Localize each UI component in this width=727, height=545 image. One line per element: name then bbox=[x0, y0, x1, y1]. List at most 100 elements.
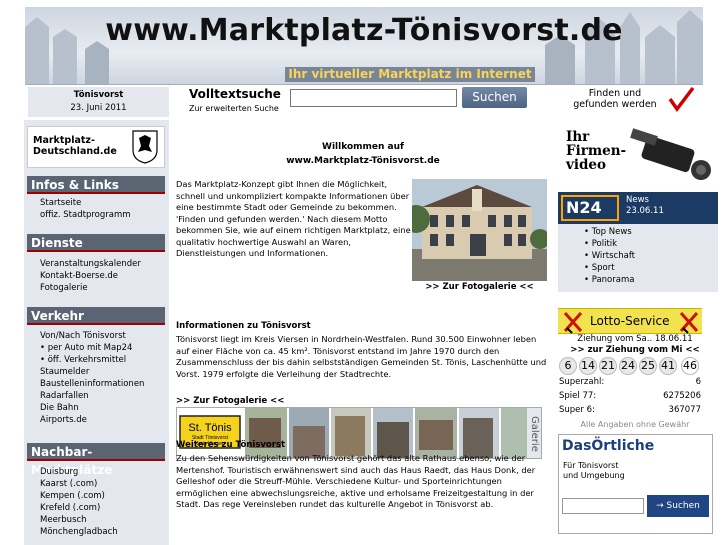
menu-item-kaarst[interactable]: Kaarst (.com) bbox=[40, 478, 118, 490]
welcome-line-2: www.Marktplatz-Tönisvorst.de bbox=[286, 156, 440, 166]
photo-gallery-link[interactable]: >> Zur Fotogalerie << bbox=[412, 282, 547, 292]
menu-item-kempen[interactable]: Kempen (.com) bbox=[40, 490, 118, 502]
lotto-ball: 21 bbox=[599, 357, 617, 375]
menu-item-bahn[interactable]: Die Bahn bbox=[40, 402, 144, 414]
lotto-zusatzzahl: 46 bbox=[681, 357, 699, 375]
menu-verkehr: Von/Nach Tönisvorst • per Auto mit Map24… bbox=[40, 330, 144, 426]
intro-text: Das Marktplatz-Konzept gibt Ihnen die Mö… bbox=[176, 179, 411, 258]
gallery-label: Galerie bbox=[527, 408, 541, 458]
super6-value: 367077 bbox=[668, 405, 701, 415]
city-name: Tönisvorst bbox=[73, 90, 124, 100]
spiel77-label: Spiel 77: bbox=[559, 391, 597, 401]
menu-nachbar: Duisburg Kaarst (.com) Kempen (.com) Kre… bbox=[40, 466, 118, 538]
super6-label: Super 6: bbox=[559, 405, 595, 415]
n24-label: News 23.06.11 bbox=[626, 195, 664, 217]
checkmark-icon bbox=[668, 86, 695, 112]
weiteres-text: Zu den Sehenswürdigkeiten von Tönisvorst… bbox=[176, 453, 536, 509]
right-sidebar: Ihr Firmen- video N24 News 23.06.11 • To… bbox=[555, 120, 727, 545]
menu-item-staumelder[interactable]: Staumelder bbox=[40, 366, 144, 378]
slogan-found: Finden und gefunden werden bbox=[573, 88, 657, 110]
n24-logo: N24 bbox=[561, 195, 619, 221]
header: www.Marktplatz-Tönisvorst.de Ihr virtuel… bbox=[0, 0, 727, 85]
superzahl-label: Superzahl: bbox=[559, 377, 605, 387]
fv-line-3: video bbox=[566, 157, 607, 173]
lotto-ball: 14 bbox=[579, 357, 597, 375]
dasoertliche-search-input[interactable] bbox=[562, 498, 644, 514]
eagle-crest-icon bbox=[132, 130, 158, 164]
advanced-search-link[interactable]: Zur erweiterten Suche bbox=[189, 104, 279, 113]
news-item-politik[interactable]: • Politik bbox=[584, 238, 718, 250]
menu-item-fotogalerie[interactable]: Fotogalerie bbox=[40, 282, 141, 294]
news-item-wirtschaft[interactable]: • Wirtschaft bbox=[584, 250, 718, 262]
menu-item-von-nach[interactable]: Von/Nach Tönisvorst bbox=[40, 330, 144, 342]
menu-item-kontakt-boerse[interactable]: Kontakt-Boerse.de bbox=[40, 270, 141, 282]
menu-item-moenchengladbach[interactable]: Mönchengladbach bbox=[40, 526, 118, 538]
menu-item-meerbusch[interactable]: Meerbusch bbox=[40, 514, 118, 526]
welcome-line-1: Willkommen auf bbox=[322, 142, 404, 152]
video-camera-icon bbox=[630, 128, 711, 180]
lotto-ball: 41 bbox=[659, 357, 677, 375]
search-input[interactable] bbox=[290, 89, 457, 107]
menu-item-radarfallen[interactable]: Radarfallen bbox=[40, 390, 144, 402]
news-item-sport[interactable]: • Sport bbox=[584, 262, 718, 274]
news-item-top[interactable]: • Top News bbox=[584, 226, 718, 238]
site-slogan: Ihr virtueller Marktplatz im Internet bbox=[285, 67, 535, 82]
fv-line-1: Ihr bbox=[566, 129, 590, 145]
search-button[interactable]: Suchen bbox=[462, 87, 527, 108]
spiel77-value: 6275206 bbox=[663, 391, 701, 401]
lotto-ball: 25 bbox=[639, 357, 657, 375]
menu-item-airports[interactable]: Airports.de bbox=[40, 414, 144, 426]
info-heading: Informationen zu Tönisvorst bbox=[176, 321, 311, 331]
dasoertliche-logo[interactable]: DasÖrtliche bbox=[562, 438, 654, 454]
menu-infos: Startseite offiz. Stadtprogramm bbox=[40, 197, 131, 221]
menu-item-duisburg[interactable]: Duisburg bbox=[40, 466, 118, 478]
news-item-panorama[interactable]: • Panorama bbox=[584, 274, 718, 286]
site-title[interactable]: www.Marktplatz-Tönisvorst.de bbox=[25, 13, 703, 48]
menu-item-stadtprogramm[interactable]: offiz. Stadtprogramm bbox=[40, 209, 131, 221]
photo-gallery-strip[interactable]: St. Tönis Stadt Tönisvorst Kreis Viersen… bbox=[176, 407, 542, 459]
logo-text-1: Marktplatz- bbox=[33, 135, 95, 146]
menu-head-dienste: Dienste bbox=[27, 234, 165, 252]
lotto-ball: 24 bbox=[619, 357, 637, 375]
lotto-banner[interactable]: Lotto-Service bbox=[558, 308, 702, 334]
town-hall-photo[interactable] bbox=[412, 179, 547, 281]
gallery-link[interactable]: >> Zur Fotogalerie << bbox=[176, 396, 284, 406]
menu-item-baustellen[interactable]: Baustelleninformationen bbox=[40, 378, 144, 390]
banner: www.Marktplatz-Tönisvorst.de Ihr virtuel… bbox=[25, 7, 703, 85]
superzahl-row: Superzahl: 6 bbox=[559, 377, 701, 389]
menu-item-map24[interactable]: • per Auto mit Map24 bbox=[40, 342, 144, 354]
lotto-ball: 6 bbox=[559, 357, 577, 375]
lotto-numbers: 6 14 21 24 25 41 46 bbox=[559, 357, 719, 375]
info-text: Tönisvorst liegt im Kreis Viersen in Nor… bbox=[176, 334, 547, 379]
n24-news-list: • Top News • Politik • Wirtschaft • Spor… bbox=[558, 224, 718, 292]
menu-item-krefeld[interactable]: Krefeld (.com) bbox=[40, 502, 118, 514]
menu-head-nachbar: Nachbar-Marktplätze bbox=[27, 443, 165, 477]
super6-row: Super 6: 367077 bbox=[559, 405, 701, 417]
dasoertliche-text: Für Tönisvorst und Umgebung bbox=[563, 461, 625, 481]
lotto-cross-icon-right bbox=[679, 312, 699, 334]
sign-text: St. Tönis bbox=[188, 422, 232, 434]
n24-news-box[interactable]: N24 News 23.06.11 bbox=[558, 192, 718, 224]
menu-item-startseite[interactable]: Startseite bbox=[40, 197, 131, 209]
firmenvideo-ad[interactable]: Ihr Firmen- video bbox=[563, 124, 718, 184]
dasoertliche-search-button[interactable]: → Suchen bbox=[647, 495, 709, 517]
firmenvideo-text: Ihr Firmen- video bbox=[566, 130, 626, 172]
page: www.Marktplatz-Tönisvorst.de Ihr virtuel… bbox=[0, 0, 727, 545]
menu-dienste: Veranstaltungskalender Kontakt-Boerse.de… bbox=[40, 258, 141, 294]
marktplatz-deutschland-logo[interactable]: Marktplatz- Deutschland.de bbox=[27, 126, 165, 168]
dasoertliche-box: DasÖrtliche Für Tönisvorst und Umgebung … bbox=[558, 434, 713, 534]
menu-head-infos: Infos & Links bbox=[27, 176, 165, 194]
search-bar: Tönisvorst 23. Juni 2011 Volltextsuche Z… bbox=[0, 85, 727, 118]
logo-text-2: Deutschland.de bbox=[33, 146, 117, 157]
lotto-draw-date: Ziehung vom Sa.. 18.06.11 bbox=[577, 334, 693, 344]
lotto-next-draw-link[interactable]: >> zur Ziehung vom Mi << bbox=[555, 345, 715, 355]
search-title: Volltextsuche bbox=[189, 87, 281, 101]
lotto-cross-icon bbox=[563, 312, 583, 334]
menu-item-veranstaltungskalender[interactable]: Veranstaltungskalender bbox=[40, 258, 141, 270]
main-content: Willkommen auf www.Marktplatz-Tönisvorst… bbox=[172, 120, 554, 545]
gallery-thumbnails: St. Tönis Stadt Tönisvorst Kreis Viersen bbox=[177, 408, 529, 458]
n24-news-label: News bbox=[626, 195, 649, 205]
oe-text-1: Für Tönisvorst bbox=[563, 461, 619, 470]
location-box: Tönisvorst 23. Juni 2011 bbox=[28, 87, 169, 117]
menu-item-oepnv[interactable]: • öff. Verkehrsmittel bbox=[40, 354, 144, 366]
